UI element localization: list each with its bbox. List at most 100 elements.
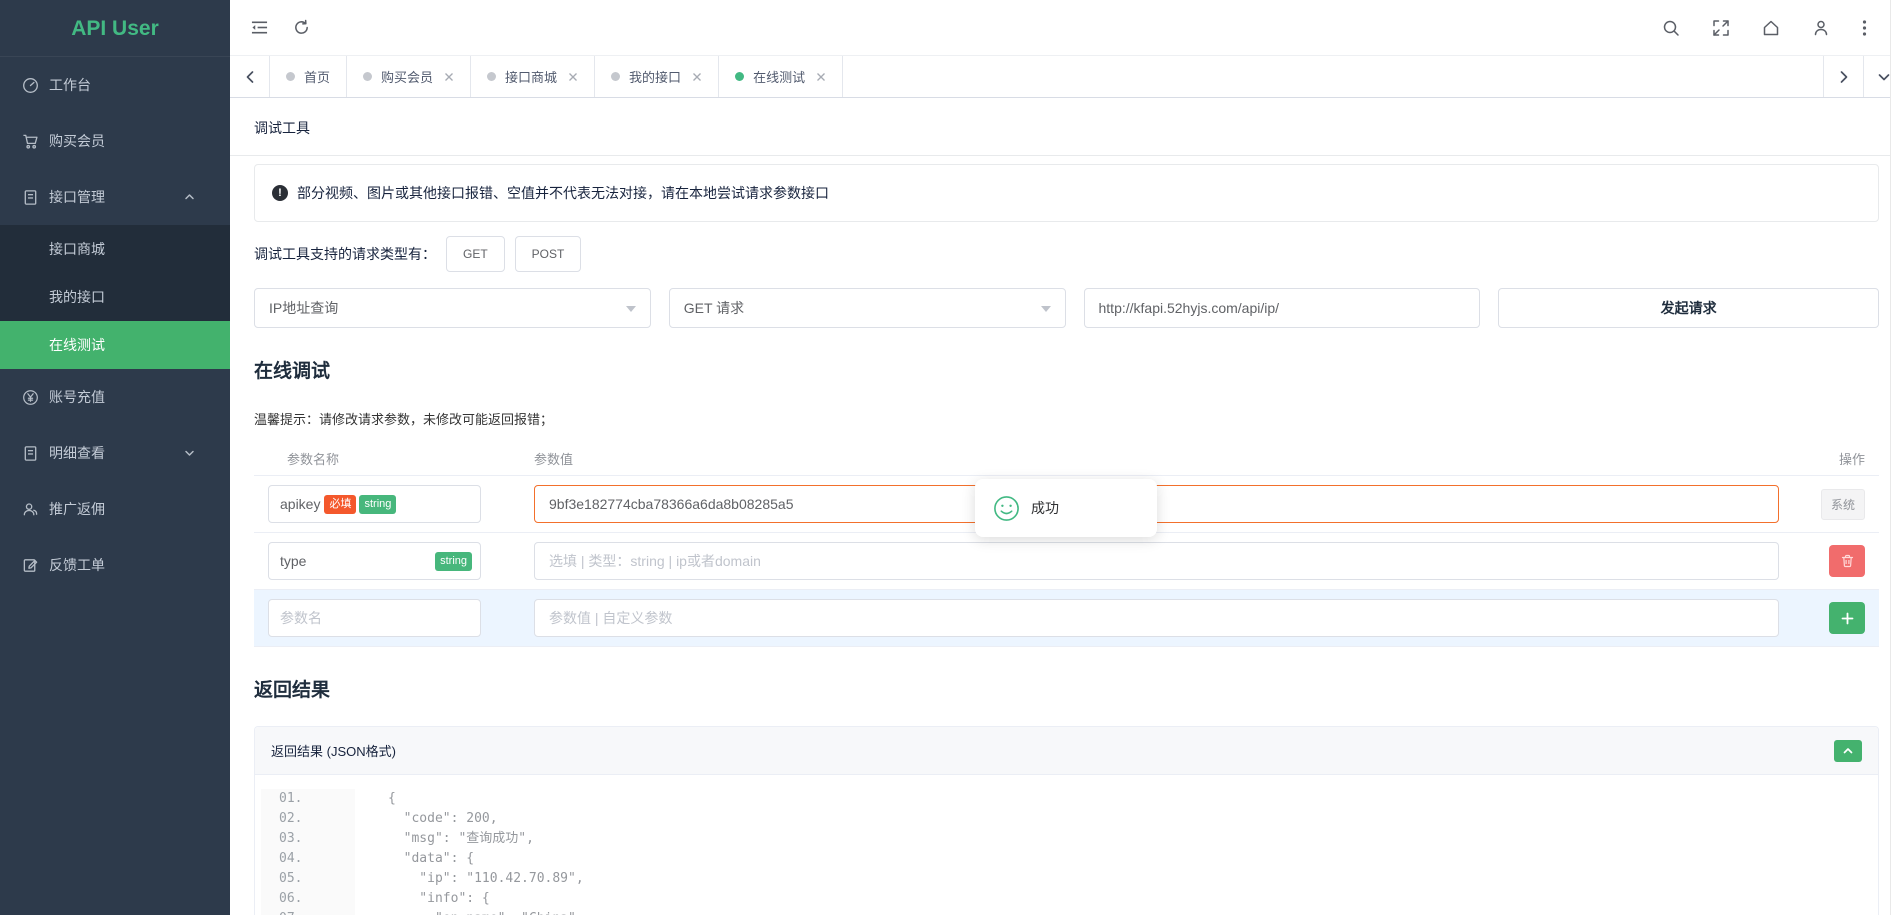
tab-api-market[interactable]: 接口商城: [471, 56, 595, 97]
code-text: "en_name": "China",: [355, 909, 584, 915]
tabs-scroll-right-button[interactable]: [1823, 56, 1863, 97]
delete-param-button[interactable]: [1829, 545, 1865, 577]
required-tag: 必填: [324, 495, 356, 514]
cart-icon: [22, 133, 39, 150]
param-row-add: [254, 590, 1879, 647]
sidebar-item-label: 购买会员: [49, 131, 105, 151]
param-value-cell: [534, 542, 1779, 580]
collapse-sidebar-button[interactable]: [238, 0, 281, 55]
json-result-code: 01.{ 02. "code": 200, 03. "msg": "查询成功",…: [255, 775, 1878, 915]
scrollbar-track[interactable]: [1890, 0, 1903, 915]
tab-my-apis[interactable]: 我的接口: [595, 56, 719, 97]
sidebar: API User 工作台 购买会员 接口管理 接口商城 我的接口: [0, 0, 230, 915]
method-select[interactable]: GET 请求: [669, 288, 1066, 328]
line-number: 01.: [261, 789, 355, 809]
document-icon: [22, 189, 39, 206]
close-icon[interactable]: [692, 72, 702, 82]
chevron-down-icon: [181, 447, 198, 459]
smiley-success-icon: [993, 495, 1020, 522]
code-text: "ip": "110.42.70.89",: [355, 869, 584, 889]
people-icon: [22, 501, 39, 518]
sidebar-item-label: 工作台: [49, 75, 91, 95]
tab-home[interactable]: 首页: [270, 56, 347, 97]
close-icon[interactable]: [444, 72, 454, 82]
line-number: 06.: [261, 889, 355, 909]
code-text: "msg": "查询成功",: [355, 829, 534, 849]
sidebar-item-detail-view[interactable]: 明细查看: [0, 425, 230, 481]
param-name-box: apikey 必填 string: [268, 485, 481, 523]
sidebar-item-my-apis[interactable]: 我的接口: [0, 273, 230, 321]
sidebar-item-account-recharge[interactable]: 账号充值: [0, 369, 230, 425]
more-dots-icon[interactable]: [1862, 19, 1867, 37]
tab-label: 我的接口: [629, 67, 681, 86]
params-table: 参数名称 参数值 操作 apikey 必填 string: [254, 442, 1879, 647]
refresh-button[interactable]: [281, 0, 322, 55]
param-name: type: [280, 553, 306, 569]
page-title: 调试工具: [230, 98, 1903, 156]
sidebar-item-label: 接口商城: [49, 239, 105, 259]
tab-buy-membership[interactable]: 购买会员: [347, 56, 471, 97]
user-icon[interactable]: [1812, 19, 1830, 37]
sidebar-item-feedback-ticket[interactable]: 反馈工单: [0, 537, 230, 593]
request-types-label: 调试工具支持的请求类型有：: [254, 244, 436, 264]
refresh-icon: [293, 19, 310, 36]
sidebar-item-buy-membership[interactable]: 购买会员: [0, 113, 230, 169]
param-name-box: type string: [268, 542, 481, 580]
add-param-button[interactable]: [1829, 602, 1865, 634]
request-config-row: IP地址查询 GET 请求 发起请求: [254, 288, 1879, 328]
tab-dot: [363, 72, 372, 81]
tab-label: 在线测试: [753, 67, 805, 86]
param-name: apikey: [280, 496, 320, 512]
code-line: 03. "msg": "查询成功",: [261, 829, 1878, 849]
online-debug-tip: 温馨提示：请修改请求参数，未修改可能返回报错；: [254, 409, 1879, 428]
get-type-button[interactable]: GET: [446, 236, 505, 272]
new-param-name-input[interactable]: [268, 599, 481, 637]
param-row-type: type string: [254, 533, 1879, 590]
home-icon[interactable]: [1762, 19, 1780, 37]
online-debug-title: 在线调试: [254, 356, 1879, 383]
search-icon[interactable]: [1662, 19, 1680, 37]
code-text: "data": {: [355, 849, 474, 869]
result-title: 返回结果: [254, 675, 1879, 702]
line-number: 02.: [261, 809, 355, 829]
param-action-cell: 系统: [1779, 489, 1865, 520]
code-line: 07. "en_name": "China",: [261, 909, 1878, 915]
topbar: [230, 0, 1903, 56]
new-param-value-input[interactable]: [534, 599, 1779, 637]
type-value-input[interactable]: [534, 542, 1779, 580]
sidebar-item-online-test[interactable]: 在线测试: [0, 321, 230, 369]
sidebar-item-api-management[interactable]: 接口管理: [0, 169, 230, 225]
debug-tool-body: ! 部分视频、图片或其他接口报错、空值并不代表无法对接，请在本地尝试请求参数接口…: [230, 164, 1903, 915]
type-tag: string: [359, 495, 396, 514]
close-icon[interactable]: [568, 72, 578, 82]
tabs-scroll-left-button[interactable]: [230, 56, 270, 97]
sidebar-item-workbench[interactable]: 工作台: [0, 57, 230, 113]
post-type-button[interactable]: POST: [515, 236, 582, 272]
exclamation-circle-icon: !: [272, 185, 288, 201]
sidebar-item-label: 接口管理: [49, 187, 105, 207]
trash-icon: [1841, 554, 1854, 568]
fullscreen-icon[interactable]: [1712, 19, 1730, 37]
chevron-right-icon: [1838, 70, 1850, 84]
app-logo: API User: [0, 0, 230, 57]
code-line: 01.{: [261, 789, 1878, 809]
sidebar-item-api-market[interactable]: 接口商城: [0, 225, 230, 273]
sidebar-item-label: 在线测试: [49, 335, 105, 355]
code-line: 04. "data": {: [261, 849, 1878, 869]
collapse-result-button[interactable]: [1834, 740, 1862, 762]
feedback-icon: [22, 557, 39, 574]
close-icon[interactable]: [816, 72, 826, 82]
api-select[interactable]: IP地址查询: [254, 288, 651, 328]
column-header-value: 参数值: [534, 449, 1779, 468]
code-line: 05. "ip": "110.42.70.89",: [261, 869, 1878, 889]
toast-text: 成功: [1031, 498, 1059, 518]
code-text: {: [355, 789, 396, 809]
sidebar-item-promotion-rebate[interactable]: 推广返佣: [0, 481, 230, 537]
method-select-value: GET 请求: [684, 298, 744, 318]
send-request-button[interactable]: 发起请求: [1498, 288, 1879, 328]
api-select-value: IP地址查询: [269, 298, 338, 318]
sidebar-item-label: 我的接口: [49, 287, 105, 307]
request-url-input[interactable]: [1084, 288, 1481, 328]
result-panel: 返回结果 (JSON格式) 01.{ 02. "code": 200, 03. …: [254, 726, 1879, 915]
tab-online-test[interactable]: 在线测试: [719, 56, 843, 97]
